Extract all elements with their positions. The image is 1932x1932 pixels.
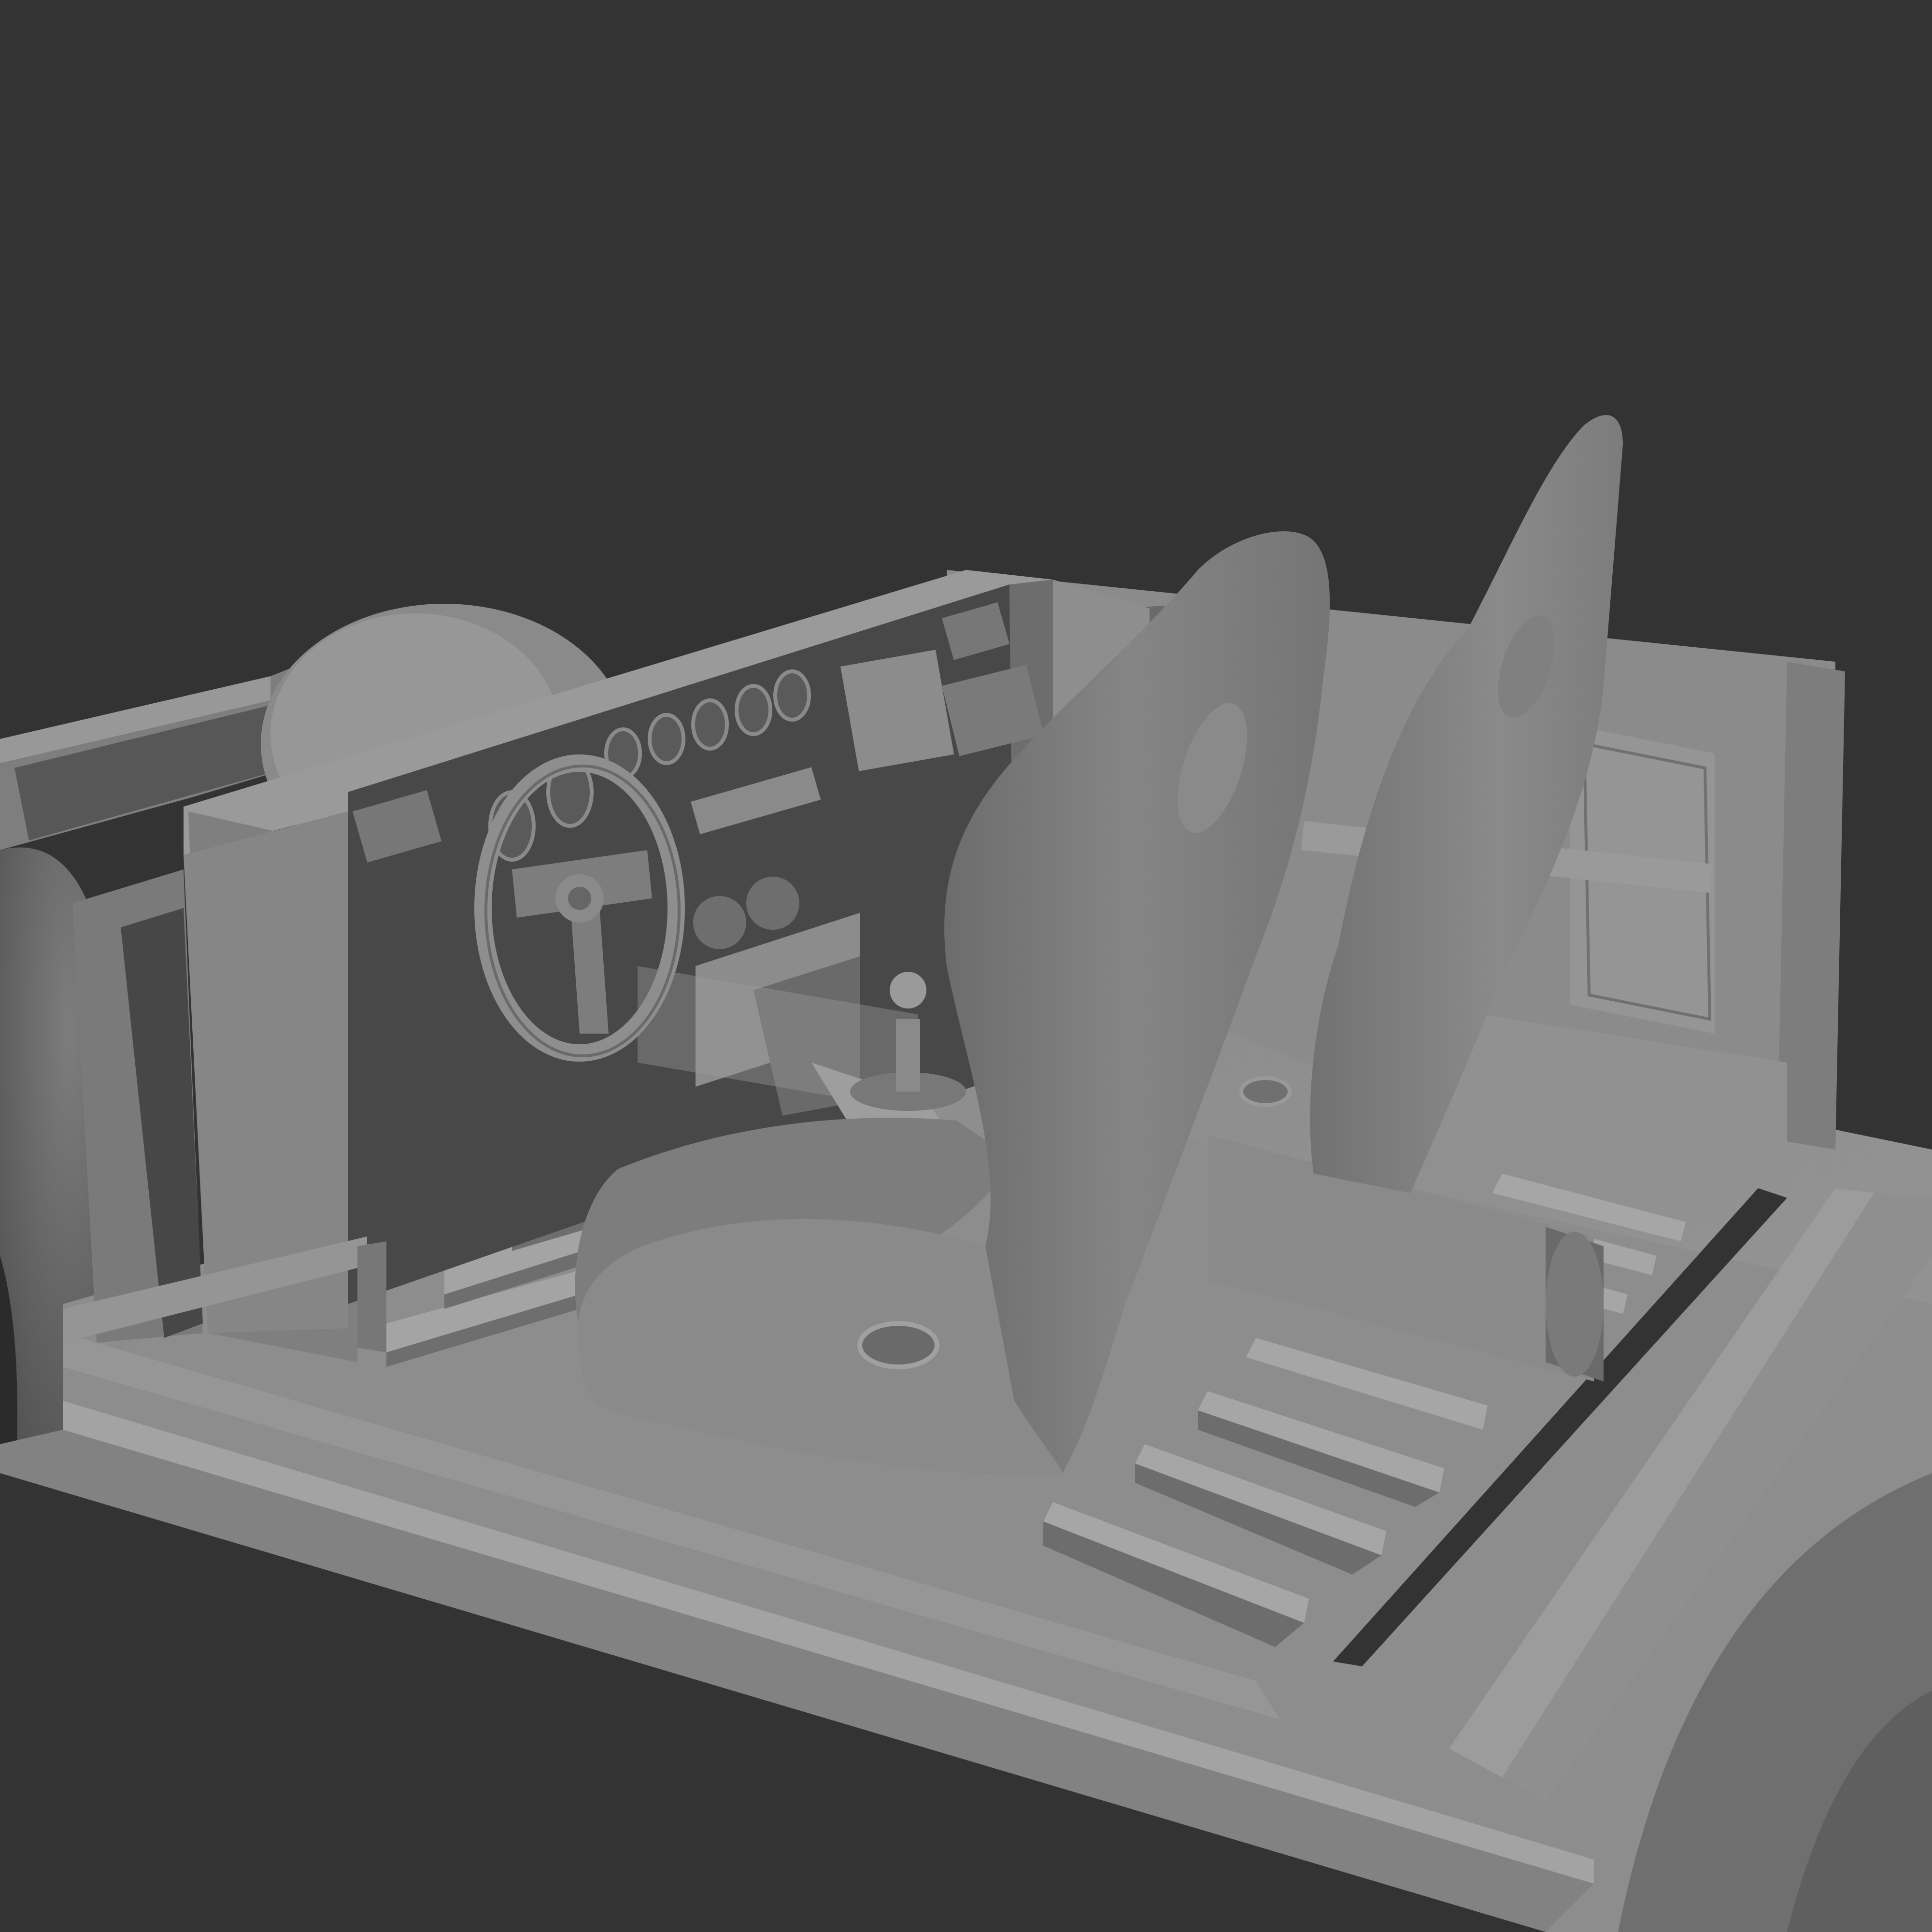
scene-svg [0,0,1932,1932]
render-viewport [0,0,1932,1932]
